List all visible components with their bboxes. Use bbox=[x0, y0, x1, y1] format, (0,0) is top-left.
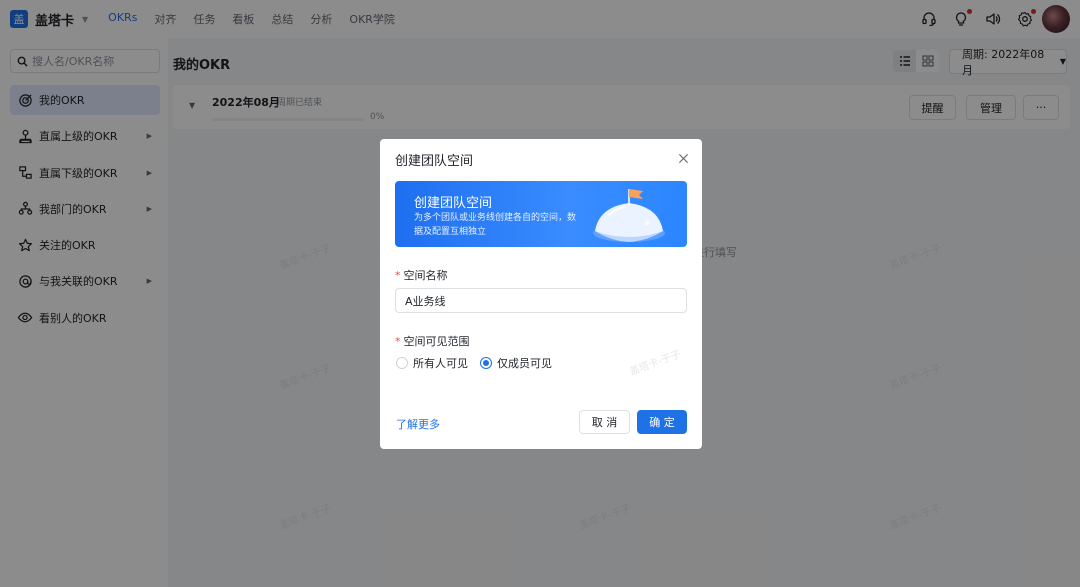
banner-description: 为多个团队或业务线创建各自的空间，数据及配置互相独立 bbox=[414, 213, 577, 237]
radio-everyone[interactable]: 所有人可见 bbox=[396, 355, 468, 371]
learn-more-link[interactable]: 了解更多 bbox=[396, 416, 440, 432]
space-name-input[interactable] bbox=[395, 288, 687, 313]
radio-button[interactable] bbox=[396, 357, 408, 369]
visibility-label-text: 空间可见范围 bbox=[403, 335, 470, 348]
close-icon[interactable] bbox=[676, 151, 690, 165]
radio-button[interactable] bbox=[480, 357, 492, 369]
radio-label: 所有人可见 bbox=[413, 357, 468, 370]
space-name-label-text: 空间名称 bbox=[403, 269, 448, 282]
create-team-space-dialog: 创建团队空间 创建团队空间 为多个团队或业务线创建各自的空间，数据及配置互相独立… bbox=[380, 139, 702, 449]
dialog-title: 创建团队空间 bbox=[395, 154, 474, 169]
confirm-button[interactable]: 确 定 bbox=[637, 410, 687, 434]
banner-title: 创建团队空间 bbox=[414, 196, 493, 211]
island-flag-illustration bbox=[593, 189, 665, 242]
visibility-radio-group: 所有人可见 仅成员可见 bbox=[396, 355, 564, 371]
radio-members-only[interactable]: 仅成员可见 bbox=[480, 355, 552, 371]
required-mark: * bbox=[395, 335, 401, 348]
intro-banner: 创建团队空间 为多个团队或业务线创建各自的空间，数据及配置互相独立 bbox=[395, 181, 687, 247]
watermark: 盖塔卡-于子 bbox=[628, 349, 683, 378]
radio-label: 仅成员可见 bbox=[497, 357, 552, 370]
cancel-button[interactable]: 取 消 bbox=[579, 410, 630, 434]
space-name-label: * 空间名称 bbox=[395, 267, 448, 283]
visibility-label: * 空间可见范围 bbox=[395, 333, 470, 349]
required-mark: * bbox=[395, 269, 401, 282]
